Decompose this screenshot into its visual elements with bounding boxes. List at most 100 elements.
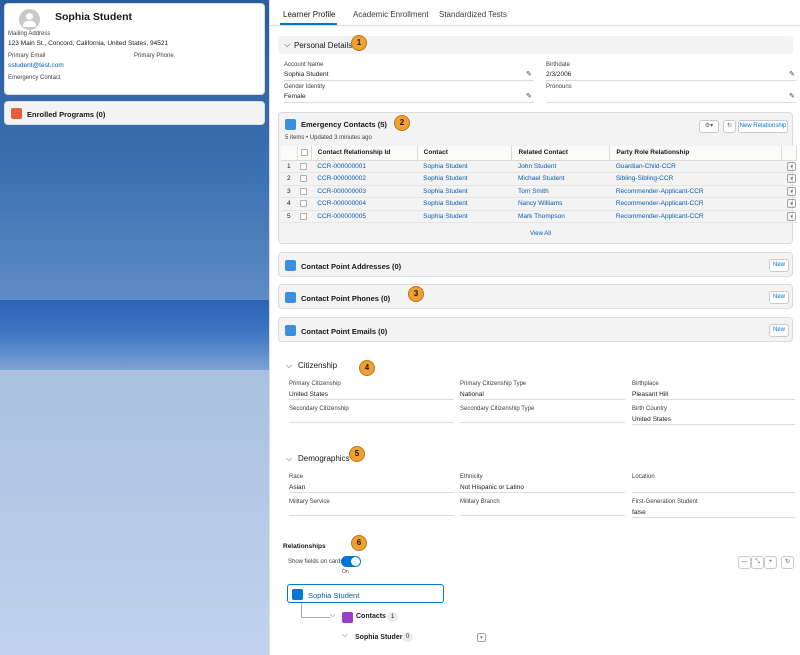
relationship-id-link[interactable]: CCR-000000004 [311, 197, 418, 211]
column-header[interactable]: Related Contact [511, 146, 611, 161]
table-row: 2 CCR-000000002 Sophia Student Michael S… [281, 172, 797, 186]
edit-pencil-icon[interactable]: ✎ [526, 92, 532, 100]
divider [289, 422, 454, 423]
row-action-menu[interactable]: ▾ [787, 211, 797, 221]
party-role-link[interactable]: Recommender-Applicant-CCR [609, 197, 782, 211]
citizenship-title[interactable]: Citizenship [298, 361, 337, 370]
row-checkbox[interactable] [297, 160, 312, 173]
child-contact-name[interactable]: Sophia Student [355, 634, 406, 641]
account-name-value: Sophia Student [284, 71, 329, 78]
email-label: Primary Email [8, 53, 46, 59]
contact-link[interactable]: Sophia Student [417, 160, 512, 173]
related-contact-link[interactable]: Nancy Williams [511, 197, 610, 211]
enrolled-title[interactable]: Enrolled Programs (0) [27, 110, 105, 119]
relationship-root-node[interactable]: Sophia Student [287, 584, 444, 603]
relationship-id-link[interactable]: CCR-000000003 [311, 185, 418, 198]
related-contact-link[interactable]: Michael Student [511, 172, 610, 186]
zoom-out-icon[interactable]: — [738, 556, 751, 569]
child-count-pill: 0 [402, 632, 414, 642]
new-phone-button[interactable]: New [769, 291, 789, 304]
toggle-state: On [342, 569, 349, 575]
divider [460, 422, 625, 423]
chevron-down-icon[interactable]: ⌵ [286, 361, 292, 371]
contact-link[interactable]: Sophia Student [417, 197, 512, 211]
row-action-cell[interactable]: ▾ [781, 210, 797, 223]
mailing-value: 123 Main St., Concord, California, Unite… [8, 40, 169, 47]
contact-link[interactable]: Sophia Student [417, 210, 512, 223]
show-fields-toggle[interactable] [341, 556, 361, 567]
row-action-menu[interactable]: ▾ [787, 161, 797, 171]
row-checkbox[interactable] [297, 210, 312, 223]
row-action-cell[interactable]: ▾ [781, 160, 797, 173]
callout-badge: 4 [359, 360, 375, 376]
relationship-id-link[interactable]: CCR-000000005 [311, 210, 418, 223]
tab-active-indicator [280, 23, 337, 25]
root-node-name[interactable]: Sophia Student [308, 591, 359, 600]
contact-link[interactable]: Sophia Student [417, 185, 512, 198]
divider [460, 399, 625, 400]
related-contact-link[interactable]: Mark Thompson [511, 210, 610, 223]
fit-icon[interactable]: ⤡ [751, 556, 764, 569]
refresh-icon[interactable]: ↻ [781, 556, 794, 569]
chevron-down-icon[interactable]: ⌵ [286, 454, 292, 464]
edit-pencil-icon[interactable]: ✎ [526, 70, 532, 78]
callout-badge: 6 [351, 535, 367, 551]
relationships-title: Relationships [283, 543, 326, 550]
show-fields-label: Show fields on cards [288, 559, 344, 565]
tab-academic-enrollment[interactable]: Academic Enrollment [353, 10, 429, 19]
refresh-icon[interactable]: ↻ [723, 120, 736, 133]
row-action-menu[interactable]: ▾ [787, 186, 797, 196]
relationship-id-link[interactable]: CCR-000000001 [311, 160, 418, 173]
row-action-cell[interactable]: ▾ [781, 185, 797, 198]
row-action-cell[interactable]: ▾ [781, 172, 797, 186]
contact-point-addresses-card: Contact Point Addresses (0) New [278, 252, 793, 277]
relationship-id-link[interactable]: CCR-000000002 [311, 172, 418, 186]
addresses-title[interactable]: Contact Point Addresses (0) [301, 262, 401, 271]
zoom-in-icon[interactable]: + [764, 556, 777, 569]
chevron-down-icon[interactable]: ⌵ [342, 632, 347, 640]
phone-label: Primary Phone [134, 53, 174, 59]
new-relationship-button[interactable]: New Relationship [738, 120, 788, 133]
column-header[interactable]: Party Role Relationship [609, 146, 782, 161]
phones-title[interactable]: Contact Point Phones (0) [301, 294, 390, 303]
demographics-title[interactable]: Demographics [298, 454, 350, 463]
row-action-cell[interactable]: ▾ [781, 197, 797, 211]
new-address-button[interactable]: New [769, 259, 789, 272]
chevron-down-icon[interactable]: ⌵ [330, 612, 335, 620]
birth-country-label: Birth Country [632, 406, 668, 412]
party-role-link[interactable]: Recommender-Applicant-CCR [609, 185, 782, 198]
avatar [19, 9, 40, 30]
related-contact-link[interactable]: John Student [511, 160, 610, 173]
view-all-link[interactable]: View All [530, 231, 551, 237]
emergency-contacts-title[interactable]: Emergency Contacts (5) [301, 120, 387, 129]
contacts-group-label[interactable]: Contacts [356, 613, 386, 620]
party-role-link[interactable]: Sibling-Sibling-CCR [609, 172, 782, 186]
first-gen-value: false [632, 509, 646, 516]
first-gen-label: First-Generation Student [632, 499, 698, 505]
edit-pencil-icon[interactable]: ✎ [789, 70, 795, 78]
email-link[interactable]: sstudent@test.com [8, 62, 64, 69]
settings-gear-icon[interactable]: ⚙▾ [699, 120, 719, 133]
select-all-checkbox[interactable] [297, 146, 312, 161]
row-checkbox[interactable] [297, 172, 312, 186]
row-checkbox[interactable] [297, 185, 312, 198]
party-role-link[interactable]: Guardian-Child-CCR [609, 160, 782, 173]
enrolled-programs-card[interactable]: Enrolled Programs (0) [4, 101, 265, 125]
party-role-link[interactable]: Recommender-Applicant-CCR [609, 210, 782, 223]
row-action-menu[interactable]: ▾ [787, 199, 797, 209]
row-action-menu[interactable]: ▾ [787, 174, 797, 184]
edit-pencil-icon[interactable]: ✎ [789, 92, 795, 100]
row-action-menu[interactable]: ▾ [477, 633, 486, 642]
table-row: 1 CCR-000000001 Sophia Student John Stud… [281, 160, 797, 173]
table-header-row: Contact Relationship Id Contact Related … [281, 146, 798, 161]
new-email-button[interactable]: New [769, 324, 789, 337]
related-contact-link[interactable]: Tom Smith [511, 185, 610, 198]
emails-title[interactable]: Contact Point Emails (0) [301, 327, 387, 336]
row-checkbox[interactable] [297, 197, 312, 211]
column-header[interactable]: Contact Relationship Id [311, 146, 418, 161]
tab-learner-profile[interactable]: Learner Profile [283, 10, 335, 19]
column-header[interactable]: Contact [417, 146, 513, 161]
tab-standardized-tests[interactable]: Standardized Tests [439, 10, 507, 19]
callout-badge: 1 [351, 35, 367, 51]
contact-link[interactable]: Sophia Student [417, 172, 512, 186]
